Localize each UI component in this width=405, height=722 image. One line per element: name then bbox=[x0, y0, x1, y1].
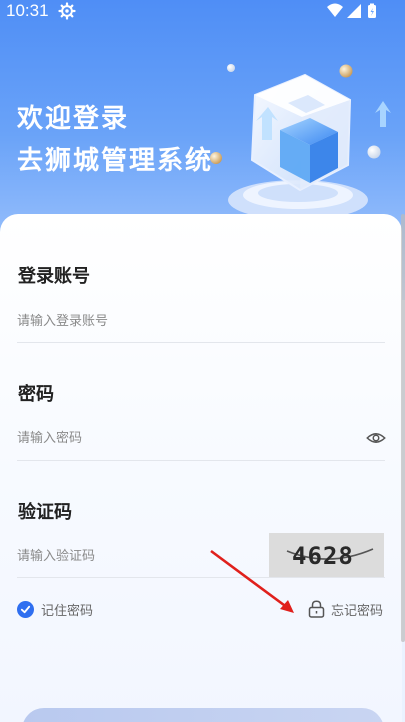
forgot-password-link[interactable]: 忘记密码 bbox=[308, 599, 383, 619]
captcha-image[interactable]: 4628 bbox=[269, 533, 384, 577]
captcha-text: 4628 bbox=[292, 542, 354, 570]
account-input[interactable] bbox=[17, 301, 385, 341]
remember-password[interactable]: 记住密码 bbox=[17, 599, 93, 619]
checkbox-checked-icon[interactable] bbox=[17, 600, 34, 618]
captcha-divider bbox=[17, 577, 385, 578]
system-icons bbox=[327, 3, 376, 18]
gear-icon bbox=[58, 2, 76, 20]
status-time: 10:31 bbox=[6, 1, 49, 20]
eye-icon[interactable] bbox=[366, 428, 386, 448]
password-divider bbox=[17, 460, 385, 461]
account-label: 登录账号 bbox=[18, 266, 90, 287]
forgot-label: 忘记密码 bbox=[331, 603, 384, 619]
scrollbar[interactable] bbox=[401, 214, 405, 642]
signal-icon bbox=[347, 4, 361, 18]
welcome-line-2: 去狮城管理系统 bbox=[17, 146, 214, 176]
cube-illustration bbox=[210, 64, 391, 220]
account-divider bbox=[17, 342, 385, 343]
password-label: 密码 bbox=[18, 384, 54, 405]
captcha-input[interactable] bbox=[17, 536, 257, 576]
battery-icon bbox=[368, 3, 376, 18]
captcha-label: 验证码 bbox=[18, 502, 72, 523]
password-input[interactable] bbox=[17, 418, 357, 458]
welcome-heading: 欢迎登录 去狮城管理系统 bbox=[17, 98, 213, 182]
remember-label: 记住密码 bbox=[41, 603, 94, 619]
wifi-icon bbox=[327, 3, 343, 17]
captcha-graphic: 4628 bbox=[269, 533, 384, 577]
welcome-line-1: 欢迎登录 bbox=[17, 104, 130, 134]
lock-icon bbox=[308, 600, 325, 618]
login-button[interactable] bbox=[22, 708, 384, 722]
login-card bbox=[0, 214, 402, 722]
status-bar: 10:31 bbox=[0, 0, 405, 22]
